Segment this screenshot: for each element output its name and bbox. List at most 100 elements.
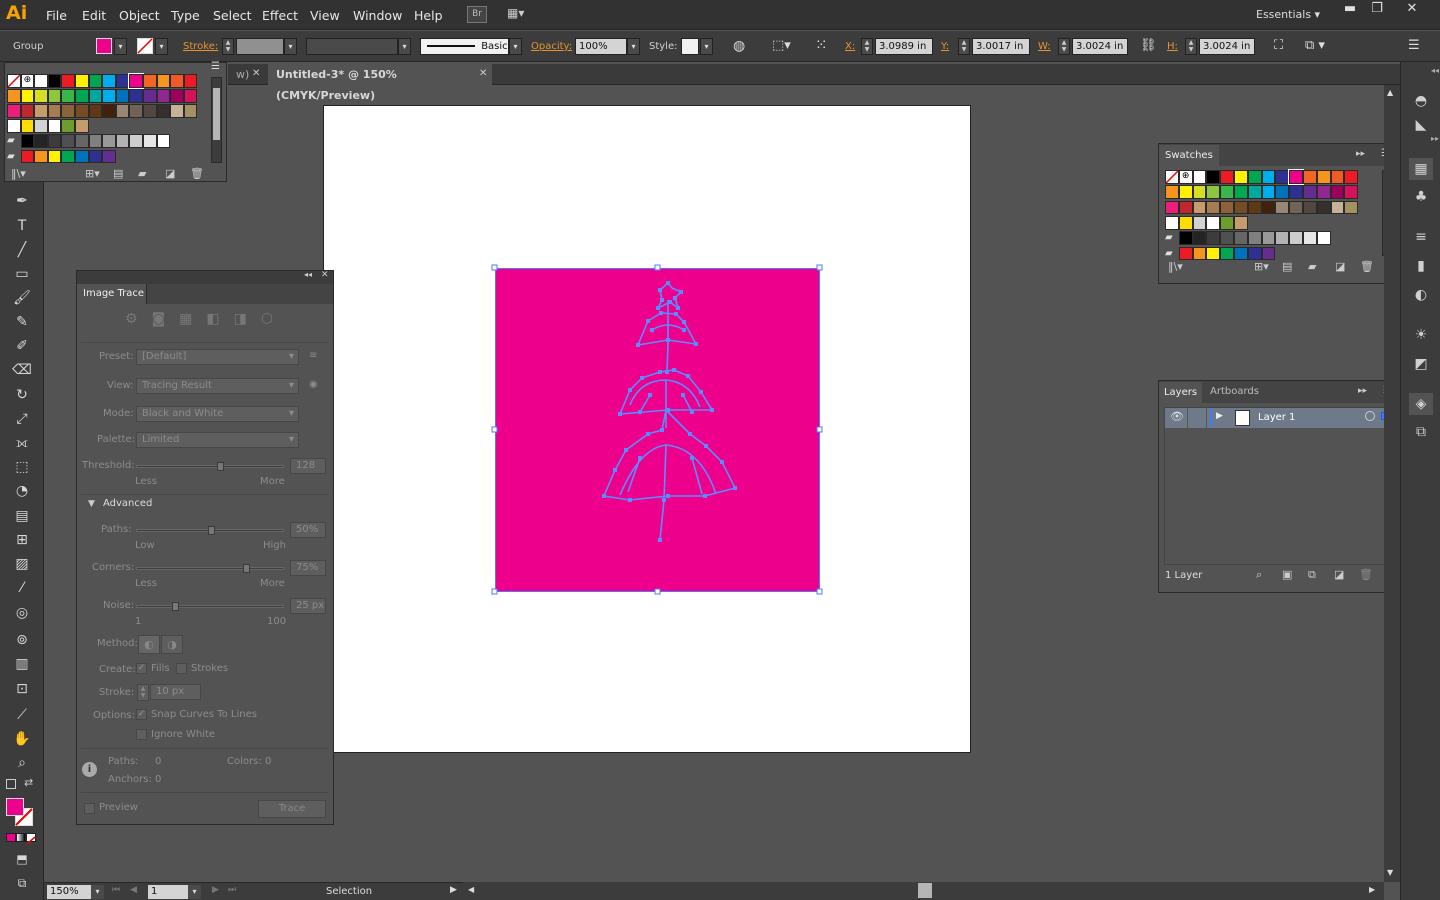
anchor-point[interactable] xyxy=(640,376,644,380)
method-abutting-button[interactable]: ◐ xyxy=(138,635,160,654)
swatch[interactable] xyxy=(1206,231,1221,245)
noise-field[interactable]: 25 px xyxy=(290,598,326,614)
new-swatch-icon[interactable]: ◪ xyxy=(1335,260,1345,273)
paths-knob[interactable] xyxy=(207,526,215,535)
swatch[interactable] xyxy=(1192,231,1207,245)
swatch[interactable] xyxy=(1247,231,1262,245)
swatch[interactable] xyxy=(1165,215,1179,230)
swatch[interactable] xyxy=(1247,200,1262,215)
corners-field[interactable]: 75% xyxy=(290,560,326,576)
strokes-checkbox[interactable] xyxy=(176,663,187,674)
handle-ml[interactable] xyxy=(491,426,498,433)
handle-mr[interactable] xyxy=(816,426,823,433)
anchor-point[interactable] xyxy=(674,312,678,316)
status-menu-icon[interactable]: ▶ xyxy=(450,885,457,895)
swatch[interactable] xyxy=(1303,231,1317,245)
anchor-point[interactable] xyxy=(646,432,650,436)
artboard-dropdown[interactable]: ▾ xyxy=(188,885,201,899)
swatch[interactable] xyxy=(1192,185,1207,200)
anchor-point[interactable] xyxy=(662,498,666,502)
dock-group-collapse-icon[interactable]: ▸▸ xyxy=(1431,134,1439,143)
anchor-point[interactable] xyxy=(682,328,686,332)
corners-slider[interactable] xyxy=(136,564,284,573)
anchor-point[interactable] xyxy=(679,290,683,294)
ignore-white-checkbox[interactable] xyxy=(136,729,147,740)
swatch[interactable] xyxy=(1220,215,1234,230)
view-eye-icon[interactable]: ◉ xyxy=(309,379,318,390)
symbols-dock-icon[interactable]: ♣ xyxy=(1409,186,1433,208)
swatch[interactable] xyxy=(1289,200,1303,215)
palette-select[interactable]: Limited ▾ xyxy=(136,432,299,448)
anchor-point[interactable] xyxy=(659,311,663,315)
anchor-point[interactable] xyxy=(624,448,628,452)
paths-field[interactable]: 50% xyxy=(290,522,326,538)
swatch[interactable] xyxy=(1303,170,1317,184)
swatch[interactable] xyxy=(1289,231,1303,245)
anchor-point[interactable] xyxy=(694,342,698,346)
swatch[interactable] xyxy=(1344,170,1359,184)
new-layer-icon[interactable]: ◪ xyxy=(1334,568,1344,581)
swatch[interactable] xyxy=(1261,246,1276,261)
swatch[interactable] xyxy=(1303,185,1317,200)
next-artboard-icon[interactable]: ▶ xyxy=(212,885,219,895)
swatches-dock-icon[interactable]: ▦ xyxy=(1409,158,1433,180)
swatch[interactable] xyxy=(1234,215,1248,230)
trace-stroke-stepper[interactable]: ▲ ▼ xyxy=(137,684,149,701)
swatch[interactable] xyxy=(1206,185,1221,200)
anchor-point[interactable] xyxy=(613,468,617,472)
noise-slider[interactable] xyxy=(136,602,284,611)
zoom-field[interactable]: 150% xyxy=(47,885,91,899)
artboard-number-field[interactable]: 1 xyxy=(148,885,188,899)
anchor-point[interactable] xyxy=(720,460,724,464)
swatch-group-folder-icon[interactable]: ▰ xyxy=(1165,231,1179,245)
zoom-dropdown[interactable]: ▾ xyxy=(91,885,104,899)
anchor-point[interactable] xyxy=(602,494,606,498)
view-select[interactable]: Tracing Result ▾ xyxy=(136,378,299,394)
anchor-point[interactable] xyxy=(628,388,632,392)
outline-icon[interactable]: ⬡ xyxy=(261,311,287,327)
prev-artboard-icon[interactable]: ◀ xyxy=(130,885,137,895)
artboards-dock-icon[interactable]: ⧉ xyxy=(1409,421,1433,443)
swatch[interactable] xyxy=(1275,185,1290,200)
swatch[interactable] xyxy=(1275,231,1290,245)
swatch[interactable] xyxy=(1220,185,1234,200)
swatch[interactable] xyxy=(1192,200,1207,215)
swatch[interactable] xyxy=(1192,246,1207,261)
grayscale-icon[interactable]: ◧ xyxy=(206,311,233,327)
swatch[interactable] xyxy=(1165,200,1179,215)
last-artboard-icon[interactable]: ⏭ xyxy=(228,885,236,895)
anchor-point[interactable] xyxy=(704,444,708,448)
snap-curves-checkbox[interactable]: ✓ xyxy=(136,709,147,720)
swatch-library-icon[interactable]: ‖\▾ xyxy=(1168,260,1183,273)
anchor-point[interactable] xyxy=(733,486,737,490)
swatch[interactable] xyxy=(1275,200,1290,215)
delete-swatch-icon[interactable]: 🗑 xyxy=(1360,260,1374,273)
layers-dock-icon[interactable]: ◈ xyxy=(1409,393,1433,415)
swatch[interactable] xyxy=(1330,170,1345,184)
trace-stroke-field[interactable]: 10 px xyxy=(150,684,201,700)
threshold-slider[interactable] xyxy=(136,462,284,471)
swatch[interactable] xyxy=(1220,246,1234,261)
noise-knob[interactable] xyxy=(172,602,180,611)
swatch[interactable] xyxy=(1275,170,1290,184)
swatch[interactable] xyxy=(1220,200,1234,215)
swatch[interactable] xyxy=(1234,170,1248,184)
method-overlapping-button[interactable]: ◑ xyxy=(161,635,183,654)
anchor-point[interactable] xyxy=(676,306,680,310)
swatch[interactable] xyxy=(1247,170,1262,184)
swatch[interactable] xyxy=(1206,170,1221,184)
swatch[interactable] xyxy=(1206,215,1221,230)
swatch[interactable] xyxy=(1178,185,1193,200)
anchor-point[interactable] xyxy=(646,319,650,323)
brushes-dock-icon[interactable]: ◣ xyxy=(1409,114,1433,136)
swatch[interactable] xyxy=(1234,200,1248,215)
close-panel-icon[interactable]: ✕ xyxy=(321,270,329,280)
corners-knob[interactable] xyxy=(242,564,250,573)
anchor-point[interactable] xyxy=(668,300,672,304)
swatch[interactable] xyxy=(1261,231,1276,245)
handle-bl[interactable] xyxy=(491,588,498,595)
anchor-point[interactable] xyxy=(681,393,685,397)
swatch[interactable] xyxy=(1234,185,1248,200)
anchor-point[interactable] xyxy=(682,320,686,324)
swatches-expand-icon[interactable]: ▸▸ xyxy=(1356,149,1365,159)
